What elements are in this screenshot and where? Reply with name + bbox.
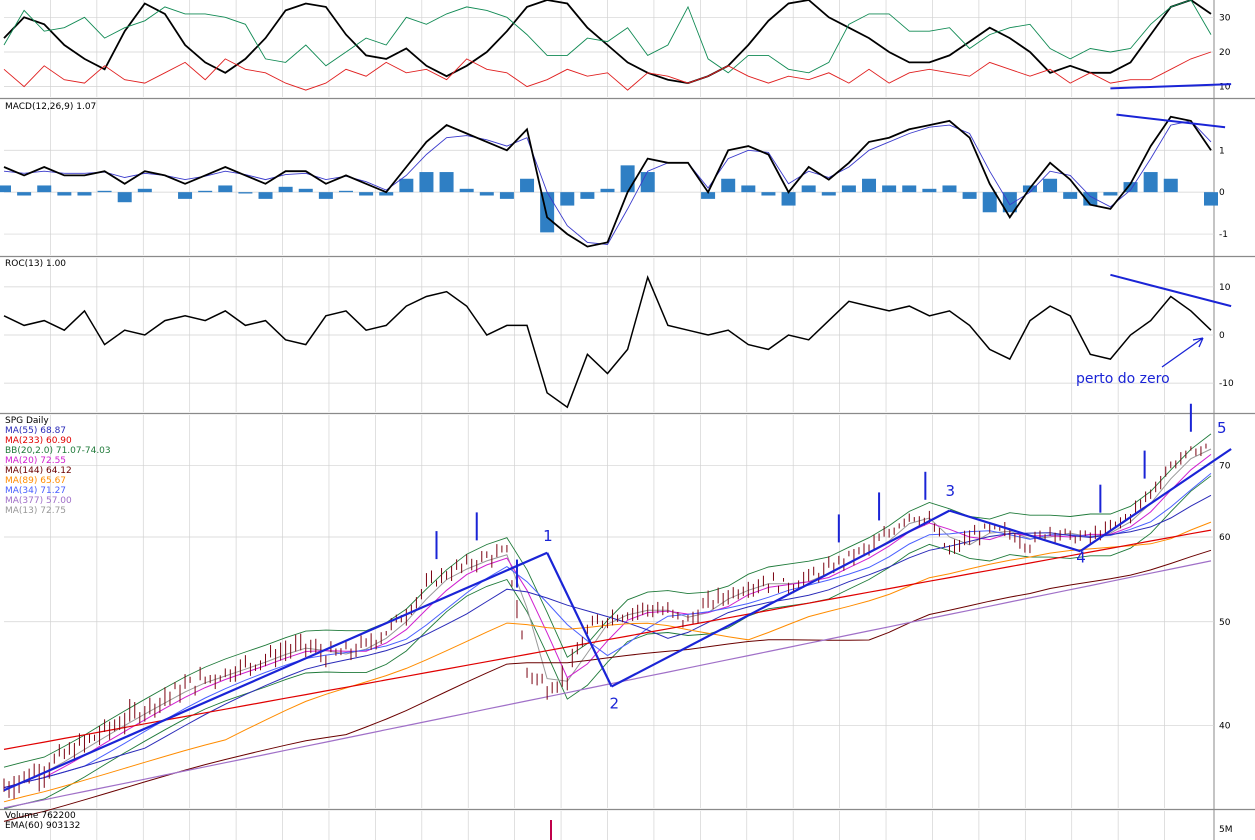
- macd-histogram-bar: [841, 185, 856, 193]
- macd-histogram-bar: [318, 192, 333, 199]
- legend-entry: MA(20) 72.55: [5, 456, 66, 466]
- macd-histogram-bar: [962, 192, 977, 199]
- volume-axis-tick: 5M: [1219, 825, 1233, 835]
- macd-histogram-bar: [439, 172, 454, 193]
- y-tick-label: -10: [1219, 379, 1234, 389]
- macd-histogram-bar: [821, 192, 836, 196]
- y-tick-label: 1: [1219, 146, 1225, 156]
- macd-histogram-bar: [761, 192, 776, 196]
- macd-histogram-bar: [1204, 192, 1218, 206]
- wave-label: 5: [1217, 419, 1227, 437]
- macd-histogram-bar: [178, 192, 193, 199]
- macd-histogram-bar: [1103, 192, 1118, 196]
- macd-histogram-bar: [57, 192, 72, 196]
- macd-histogram-bar: [218, 185, 233, 193]
- macd-histogram-bar: [77, 192, 92, 196]
- legend-entry: MA(55) 68.87: [5, 426, 66, 436]
- macd-histogram-bar: [137, 188, 152, 193]
- macd-histogram-bar: [862, 178, 877, 193]
- legend-entry: MA(89) 65.67: [5, 476, 66, 486]
- roc-label: ROC(13) 1.00: [5, 259, 66, 269]
- macd-histogram-bar: [1163, 178, 1178, 193]
- macd-histogram-bar: [459, 188, 474, 193]
- legend-entry: MA(13) 72.75: [5, 506, 66, 516]
- annotation-perto-do-zero: perto do zero: [1076, 371, 1170, 387]
- macd-histogram-bar: [620, 165, 635, 193]
- legend-entry: BB(20,2.0) 71.07-74.03: [5, 446, 111, 456]
- macd-histogram-bar: [520, 178, 535, 193]
- chart-background: [0, 0, 1255, 840]
- macd-histogram-bar: [198, 190, 213, 193]
- macd-histogram-bar: [338, 190, 353, 193]
- macd-histogram-bar: [258, 192, 273, 199]
- y-tick-label: -1: [1219, 230, 1228, 240]
- y-tick-label: 10: [1219, 283, 1231, 293]
- macd-histogram-bar: [781, 192, 796, 206]
- macd-histogram-bar: [117, 192, 132, 203]
- macd-histogram-bar: [419, 172, 434, 193]
- legend-entry: SPG Daily: [5, 416, 49, 426]
- macd-histogram-bar: [580, 192, 595, 199]
- macd-histogram-bar: [499, 192, 514, 199]
- macd-histogram-bar: [741, 185, 756, 193]
- macd-histogram-bar: [922, 188, 937, 193]
- macd-histogram-bar: [0, 185, 11, 193]
- macd-histogram-bar: [640, 172, 655, 193]
- y-tick-label: 0: [1219, 331, 1225, 341]
- y-tick-label: 0: [1219, 188, 1225, 198]
- macd-histogram-bar: [902, 185, 917, 193]
- macd-histogram-bar: [97, 190, 112, 193]
- macd-histogram-bar: [278, 186, 293, 193]
- macd-histogram-bar: [17, 192, 32, 196]
- macd-histogram-bar: [600, 188, 615, 193]
- macd-histogram-bar: [359, 192, 374, 196]
- macd-histogram-bar: [298, 188, 313, 193]
- y-tick-label: 60: [1219, 533, 1231, 543]
- legend-entry: MA(34) 71.27: [5, 486, 66, 496]
- macd-histogram-bar: [238, 192, 253, 194]
- y-tick-label: 40: [1219, 722, 1231, 732]
- macd-histogram-bar: [1043, 178, 1058, 193]
- macd-histogram-bar: [942, 185, 957, 193]
- volume-label: Volume 762200: [5, 811, 76, 821]
- y-tick-label: 70: [1219, 461, 1231, 471]
- legend-entry: MA(377) 57.00: [5, 496, 72, 506]
- wave-label: 3: [945, 482, 955, 500]
- macd-histogram-bar: [1063, 192, 1078, 199]
- wave-label: 4: [1076, 548, 1086, 566]
- y-tick-label: 50: [1219, 618, 1231, 628]
- ema-label: EMA(60) 903132: [5, 821, 80, 831]
- legend-entry: MA(233) 60.90: [5, 436, 72, 446]
- macd-histogram-bar: [560, 192, 575, 206]
- macd-histogram-bar: [399, 178, 414, 193]
- macd-histogram-bar: [982, 192, 997, 213]
- y-tick-label: 30: [1219, 13, 1231, 23]
- macd-histogram-bar: [479, 192, 494, 196]
- legend-entry: MA(144) 64.12: [5, 466, 72, 476]
- macd-histogram-bar: [882, 185, 897, 193]
- macd-label: MACD(12,26,9) 1.07: [5, 102, 96, 112]
- y-tick-label: 20: [1219, 48, 1231, 58]
- wave-label: 1: [543, 527, 553, 545]
- macd-histogram-bar: [721, 178, 736, 193]
- macd-histogram-bar: [37, 185, 52, 193]
- stock-chart: 10203010-1100-107060504012345 MACD(12,26…: [0, 0, 1255, 840]
- macd-histogram-bar: [801, 185, 816, 193]
- macd-histogram-bar: [1143, 172, 1158, 193]
- wave-label: 2: [610, 694, 620, 712]
